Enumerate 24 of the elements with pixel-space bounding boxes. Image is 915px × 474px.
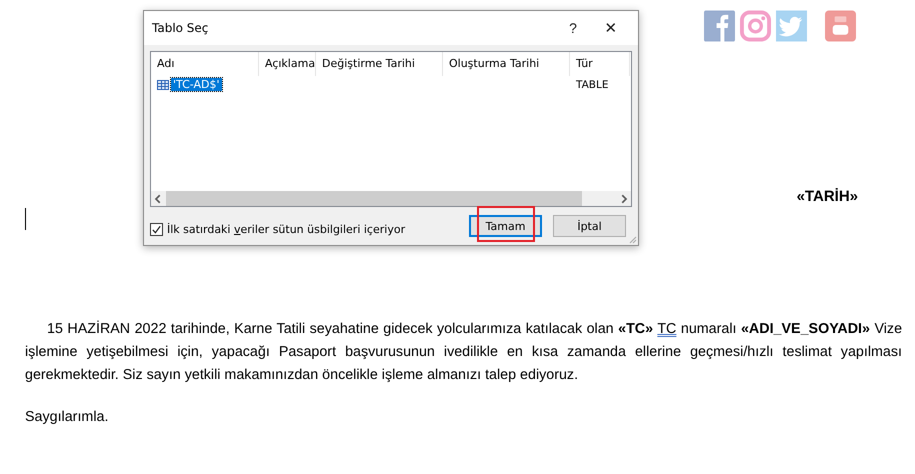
- table-icon: [157, 80, 169, 90]
- column-header[interactable]: Değiştirme Tarihi: [316, 52, 443, 76]
- horizontal-scrollbar[interactable]: [151, 191, 631, 206]
- column-header[interactable]: Oluşturma Tarihi: [443, 52, 570, 76]
- closing-text: Saygılarımla.: [25, 409, 110, 425]
- text-cursor: [25, 208, 26, 230]
- checkbox-label[interactable]: İlk satırdaki veriler sütun üsbilgileri içeriyor: [167, 222, 406, 236]
- instagram-icon[interactable]: [740, 10, 771, 42]
- table-name[interactable]: 'TC-AD$': [171, 78, 222, 91]
- close-button[interactable]: ✕: [592, 13, 630, 43]
- column-header[interactable]: Açıklama: [259, 52, 316, 76]
- resize-grip-icon[interactable]: [629, 236, 637, 244]
- cancel-button[interactable]: İptal: [553, 215, 626, 237]
- checkbox[interactable]: [150, 222, 163, 236]
- table-cell-text: TABLE: [575, 78, 608, 92]
- twitter-icon[interactable]: [776, 10, 807, 42]
- facebook-icon[interactable]: [704, 10, 735, 42]
- column-header[interactable]: Adı: [151, 52, 259, 76]
- help-button[interactable]: ?: [554, 13, 592, 43]
- ok-button[interactable]: Tamam: [469, 215, 542, 237]
- merge-field: «TARİH»: [796, 188, 858, 205]
- body-paragraph: 15 HAZİRAN 2022 tarihinde, Karne Tatili seyahatine gidecek yolcularımıza katılacak olan «TC» TC numaralı «ADI_VE_SOYADI» Vize işlemine yetişebilmesi için, yapacağı Pasaport başvurusunun ivedilikle en kısa zamanda ellerine geçmesi/hızlı teslimat yapılması gerekmektedir. Siz sayın yetkili makamınızdan öncelikle işleme almanızı talep ediyoruz.: [25, 320, 902, 385]
- column-header[interactable]: Tür: [570, 52, 630, 76]
- window-title: Tablo Seç: [152, 21, 210, 35]
